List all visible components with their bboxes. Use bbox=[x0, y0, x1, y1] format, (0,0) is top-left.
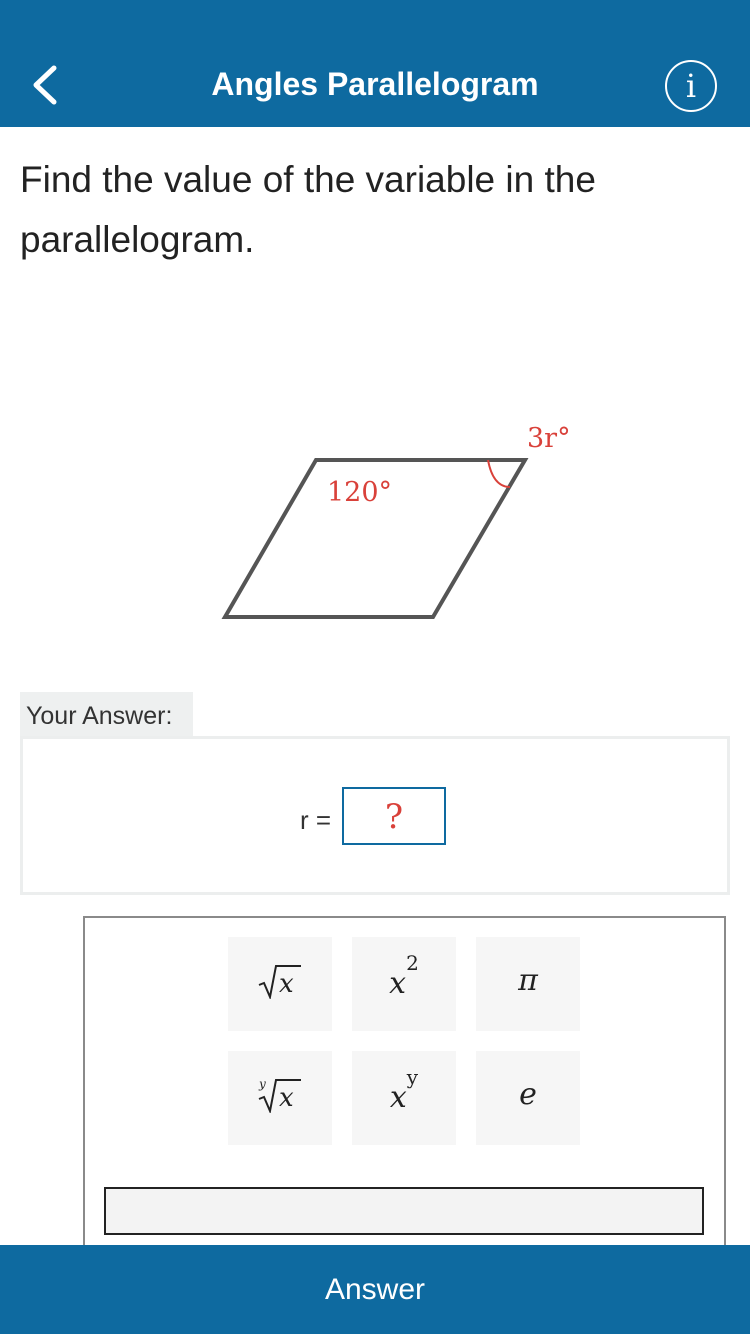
pi-key[interactable]: π bbox=[476, 937, 580, 1031]
sqrt-key-label: x bbox=[257, 963, 303, 1007]
variable-label: r = bbox=[300, 805, 332, 835]
e-key[interactable]: e bbox=[476, 1051, 580, 1145]
header-bar: Angles Parallelogram i bbox=[0, 0, 750, 127]
power-key[interactable]: xy bbox=[352, 1051, 456, 1145]
nth-root-key-label: y x bbox=[257, 1077, 303, 1121]
pi-key-label: π bbox=[518, 963, 538, 998]
question-text: Find the value of the variable in the pa… bbox=[20, 159, 596, 260]
parallelogram-diagram: 120° 3r° bbox=[221, 423, 571, 619]
sqrt-key[interactable]: x bbox=[228, 937, 332, 1031]
square-key[interactable]: x2 bbox=[352, 937, 456, 1031]
page-title: Angles Parallelogram bbox=[211, 66, 539, 102]
svg-text:y: y bbox=[258, 1077, 266, 1091]
square-key-label: x2 bbox=[389, 951, 419, 1001]
info-button[interactable]: i bbox=[665, 60, 717, 112]
svg-text:x: x bbox=[279, 969, 294, 999]
answer-input[interactable]: ? bbox=[342, 787, 446, 845]
info-icon: i bbox=[685, 67, 697, 105]
angle-label-120: 120° bbox=[327, 477, 392, 508]
nth-root-key[interactable]: y x bbox=[228, 1051, 332, 1145]
expression-entry-bar[interactable] bbox=[104, 1187, 704, 1235]
answer-label: Your Answer: bbox=[20, 692, 193, 737]
svg-text:x: x bbox=[279, 1083, 294, 1113]
angle-arc bbox=[487, 459, 511, 488]
answer-button[interactable]: Answer bbox=[0, 1245, 750, 1334]
power-key-label: xy bbox=[389, 1065, 419, 1115]
angle-label-3r: 3r° bbox=[527, 423, 571, 454]
e-key-label: e bbox=[519, 1077, 537, 1112]
